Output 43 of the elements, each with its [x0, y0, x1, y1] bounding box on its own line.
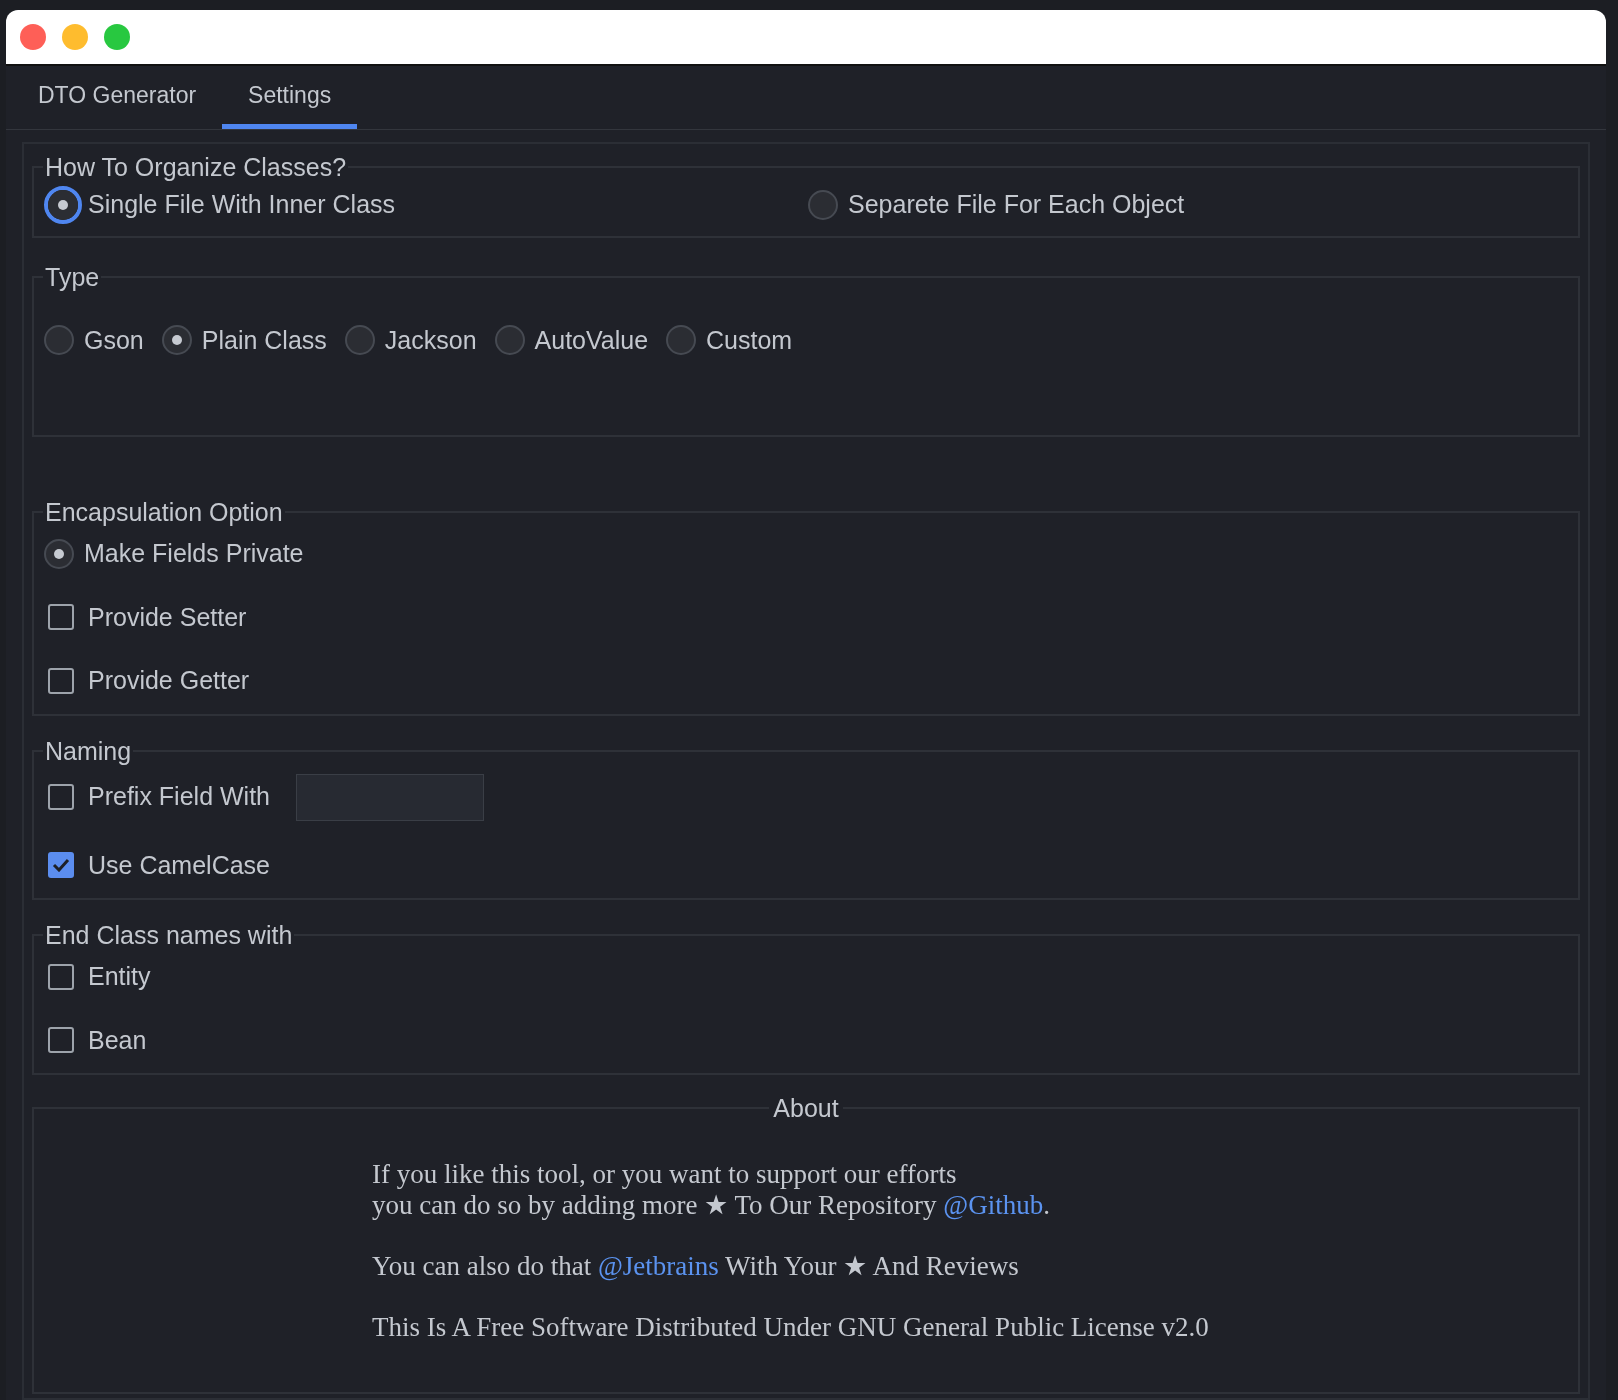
checkbox-label: Use CamelCase	[88, 849, 270, 881]
link[interactable]: @Github	[943, 1190, 1044, 1220]
about-paragraph: You can also do that @Jetbrains With Your ★ And Reviews	[372, 1251, 1020, 1282]
radio-button[interactable]	[344, 325, 375, 356]
checkbox-label: Entity	[88, 961, 151, 992]
prefix-input-field[interactable]	[296, 773, 484, 821]
radio-label: Jackson	[384, 324, 477, 356]
about-paragraph: This Is A Free Software Distributed Under GNU General Public License v2.0	[372, 1312, 1210, 1343]
radio-button[interactable]	[494, 325, 525, 356]
radio-button[interactable]	[808, 189, 838, 220]
radio-label: Gson	[84, 324, 144, 356]
radio-label: AutoValue	[534, 324, 649, 356]
checkbox[interactable]	[48, 852, 74, 879]
checkbox-label: Provide Getter	[88, 665, 250, 696]
radio-button[interactable]	[666, 325, 697, 356]
checkbox[interactable]	[48, 604, 74, 631]
radio-button[interactable]	[44, 325, 74, 356]
radio-button[interactable]	[44, 538, 74, 569]
checkbox-label: Prefix Field With	[88, 781, 270, 813]
about-paragraph: If you like this tool, or you want to support our efforts you can do so by adding more ★ To Our Repository @Github.	[372, 1159, 1051, 1221]
checkbox-label: Provide Setter	[88, 601, 247, 633]
checkmark-icon	[52, 858, 70, 873]
close-icon[interactable]	[20, 24, 46, 50]
radio-label: Make Fields Private	[84, 538, 304, 569]
group-title: End Class names with	[44, 920, 294, 950]
checkbox[interactable]	[48, 784, 74, 810]
radio-label: Plain Class	[201, 324, 327, 356]
group-title: Type	[44, 261, 101, 292]
checkbox[interactable]	[48, 963, 74, 990]
checkbox-label: Bean	[88, 1024, 147, 1056]
group-title: Naming	[44, 735, 133, 766]
group-title: How To Organize Classes?	[44, 152, 348, 182]
radio-button[interactable]	[161, 325, 192, 356]
link[interactable]: @Jetbrains	[598, 1251, 719, 1281]
radio-label: Separete File For Each Object	[848, 189, 1185, 220]
group-title: Encapsulation Option	[44, 497, 284, 527]
tab[interactable]: DTO Generator	[12, 66, 223, 129]
tab[interactable]: Settings	[222, 66, 358, 129]
radio-label: Custom	[706, 324, 793, 356]
checkbox[interactable]	[48, 667, 74, 694]
checkbox[interactable]	[48, 1027, 74, 1054]
group-title: About	[772, 1093, 840, 1123]
radio-label: Single File With Inner Class	[88, 189, 396, 220]
